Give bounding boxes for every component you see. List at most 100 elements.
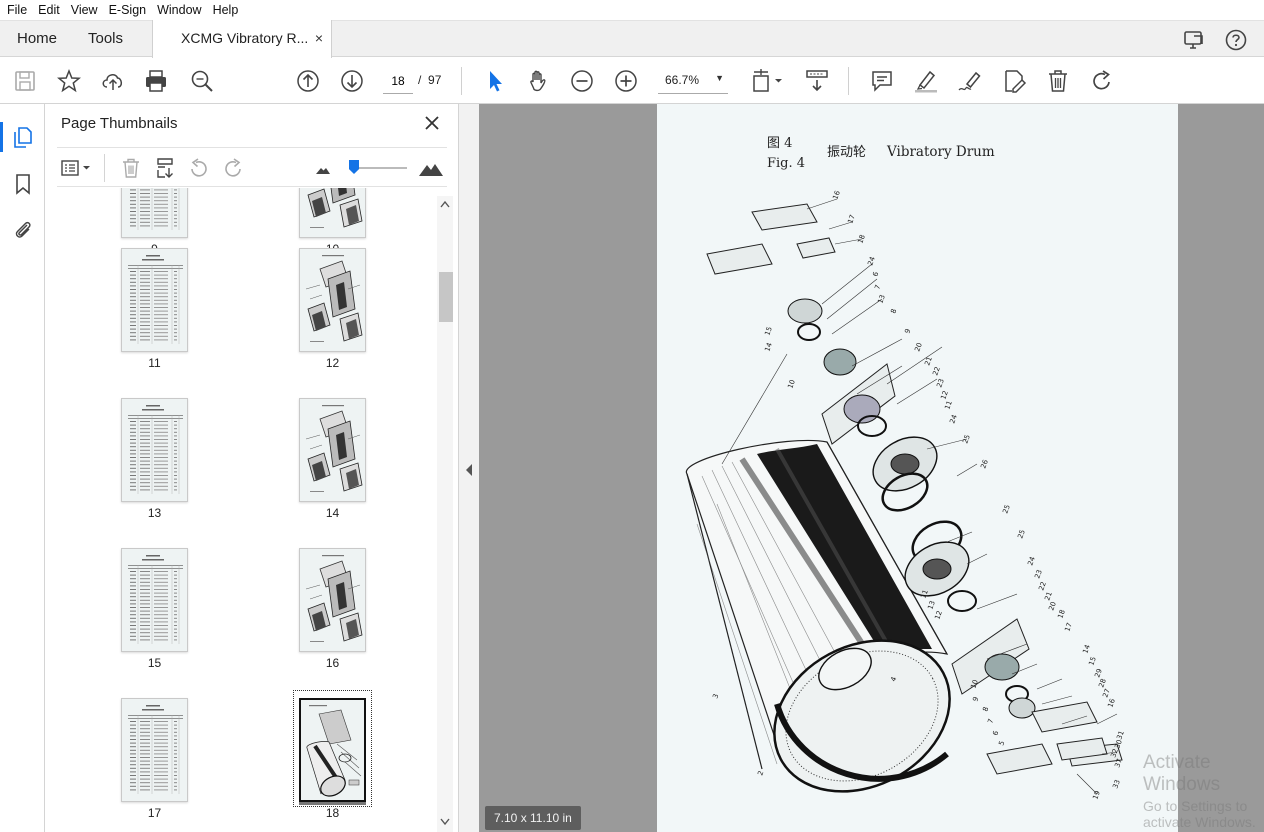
share-screen-icon[interactable] bbox=[1182, 28, 1206, 52]
print-icon[interactable] bbox=[143, 68, 169, 94]
scroll-down-arrow-icon[interactable] bbox=[440, 818, 450, 826]
tab-tools[interactable]: Tools bbox=[88, 21, 123, 57]
bookmark-star-icon[interactable] bbox=[56, 68, 82, 94]
page-size-badge: 7.10 x 11.10 in bbox=[485, 806, 581, 830]
insert-page-icon[interactable] bbox=[153, 156, 177, 180]
thumbnail-options-icon[interactable] bbox=[59, 156, 95, 180]
menu-edit[interactable]: Edit bbox=[33, 3, 66, 17]
page-thumbnail[interactable] bbox=[299, 398, 366, 502]
help-icon[interactable] bbox=[1224, 28, 1248, 52]
rail-selected-indicator bbox=[0, 122, 3, 152]
page-thumbnail[interactable] bbox=[121, 698, 188, 802]
page-thumbnail[interactable] bbox=[299, 548, 366, 652]
callout: 23 bbox=[935, 378, 946, 389]
callout: 13 bbox=[926, 600, 937, 611]
tab-close-icon[interactable]: × bbox=[315, 20, 323, 57]
callout: 19 bbox=[1091, 790, 1102, 801]
zoom-search-icon[interactable] bbox=[189, 68, 215, 94]
delete-page-icon[interactable] bbox=[119, 156, 143, 180]
tab-document-title: XCMG Vibratory R... bbox=[181, 30, 309, 46]
attachments-paperclip-icon[interactable] bbox=[11, 218, 35, 242]
callout: 18 bbox=[856, 234, 867, 245]
callout: 18 bbox=[1056, 609, 1067, 620]
thumbnail-large-icon[interactable] bbox=[417, 156, 445, 180]
navigation-rail bbox=[0, 104, 45, 832]
panel-splitter[interactable] bbox=[458, 104, 479, 832]
thumbnail-small-icon[interactable] bbox=[311, 156, 335, 180]
previous-page-icon[interactable] bbox=[295, 68, 321, 94]
callout: 25 bbox=[961, 434, 972, 445]
tab-document[interactable]: XCMG Vibratory R... × bbox=[152, 20, 332, 58]
highlight-pen-icon[interactable] bbox=[913, 68, 939, 94]
thumbnail-list: 9101112131415161718 bbox=[57, 188, 435, 832]
callout: 12 bbox=[933, 610, 944, 621]
edit-pdf-icon[interactable] bbox=[1001, 68, 1027, 94]
callout: 3 bbox=[711, 693, 720, 700]
delete-trash-icon[interactable] bbox=[1045, 68, 1071, 94]
fit-page-icon[interactable] bbox=[752, 68, 786, 94]
callout: 7 bbox=[986, 718, 995, 725]
callout: 21 bbox=[1043, 591, 1054, 602]
rotate-left-icon[interactable] bbox=[187, 156, 211, 180]
callout: 22 bbox=[931, 366, 942, 377]
callout: 31 bbox=[1115, 730, 1126, 741]
watermark-line2: Go to Settings to activate Windows. bbox=[1143, 798, 1256, 830]
thumbnail-size-slider-track[interactable] bbox=[357, 167, 407, 169]
comment-icon[interactable] bbox=[869, 68, 895, 94]
hand-tool-icon[interactable] bbox=[525, 68, 551, 94]
menu-file[interactable]: File bbox=[2, 3, 33, 17]
zoom-in-icon[interactable] bbox=[613, 68, 639, 94]
activation-watermark: Activate Windows Go to Settings to activ… bbox=[1143, 752, 1264, 830]
page-number-input[interactable] bbox=[383, 68, 413, 94]
scroll-mode-icon[interactable] bbox=[804, 68, 830, 94]
page-thumbnail[interactable] bbox=[121, 188, 188, 238]
page-thumbnails-icon[interactable] bbox=[11, 125, 35, 149]
collapse-panel-arrow-icon[interactable] bbox=[465, 464, 473, 476]
close-panel-icon[interactable] bbox=[422, 113, 442, 133]
scroll-up-arrow-icon[interactable] bbox=[440, 200, 450, 208]
upload-cloud-icon[interactable] bbox=[100, 68, 126, 94]
callout: 9 bbox=[903, 328, 912, 335]
rotate-right-icon[interactable] bbox=[221, 156, 245, 180]
figure-number-cn: 图 4 bbox=[767, 136, 792, 151]
callout: 16 bbox=[831, 189, 842, 201]
menu-help[interactable]: Help bbox=[208, 3, 245, 17]
thumbnail-scrollbar-thumb[interactable] bbox=[439, 272, 453, 322]
select-cursor-icon[interactable] bbox=[482, 68, 508, 94]
menu-esign[interactable]: E-Sign bbox=[104, 3, 153, 17]
callout: 7 bbox=[873, 284, 882, 291]
callout: 9 bbox=[971, 696, 980, 703]
thumbnail-size-slider-handle[interactable] bbox=[349, 160, 359, 174]
document-view[interactable]: 图 4 Fig. 4 振动轮 Vibratory Drum 16 17 18 2… bbox=[479, 104, 1264, 832]
pdf-page: 图 4 Fig. 4 振动轮 Vibratory Drum 16 17 18 2… bbox=[657, 104, 1178, 832]
page-thumbnail[interactable] bbox=[299, 248, 366, 352]
tab-home[interactable]: Home bbox=[17, 21, 57, 57]
menu-view[interactable]: View bbox=[66, 3, 104, 17]
save-icon[interactable] bbox=[12, 68, 38, 94]
callout: 13 bbox=[876, 294, 887, 305]
callout: 2 bbox=[756, 770, 765, 777]
caption-cn: 振动轮 bbox=[827, 145, 866, 160]
callout: 29 bbox=[1093, 668, 1104, 679]
page-thumbnail[interactable] bbox=[121, 548, 188, 652]
menu-window[interactable]: Window bbox=[152, 3, 207, 17]
redo-rotate-icon[interactable] bbox=[1089, 68, 1115, 94]
bookmarks-icon[interactable] bbox=[11, 172, 35, 196]
zoom-level-value: 66.7% bbox=[665, 73, 700, 87]
callout: 8 bbox=[889, 308, 898, 315]
panel-title: Page Thumbnails bbox=[61, 115, 178, 132]
callout: 26 bbox=[979, 458, 990, 470]
zoom-level-select[interactable]: 66.7% ▼ bbox=[658, 68, 728, 94]
callout: 16 bbox=[1106, 697, 1117, 709]
page-thumbnail[interactable] bbox=[299, 188, 366, 238]
tab-bar: Home Tools XCMG Vibratory R... × bbox=[0, 20, 1264, 58]
next-page-icon[interactable] bbox=[339, 68, 365, 94]
selected-thumbnail-frame bbox=[293, 690, 372, 807]
page-thumbnail[interactable] bbox=[121, 398, 188, 502]
draw-sign-icon[interactable] bbox=[957, 68, 983, 94]
zoom-out-icon[interactable] bbox=[569, 68, 595, 94]
menu-bar: File Edit View E-Sign Window Help bbox=[0, 0, 1264, 20]
page-thumbnail[interactable] bbox=[121, 248, 188, 352]
callout: 23 bbox=[1033, 569, 1044, 580]
callout: 22 bbox=[1037, 581, 1048, 592]
